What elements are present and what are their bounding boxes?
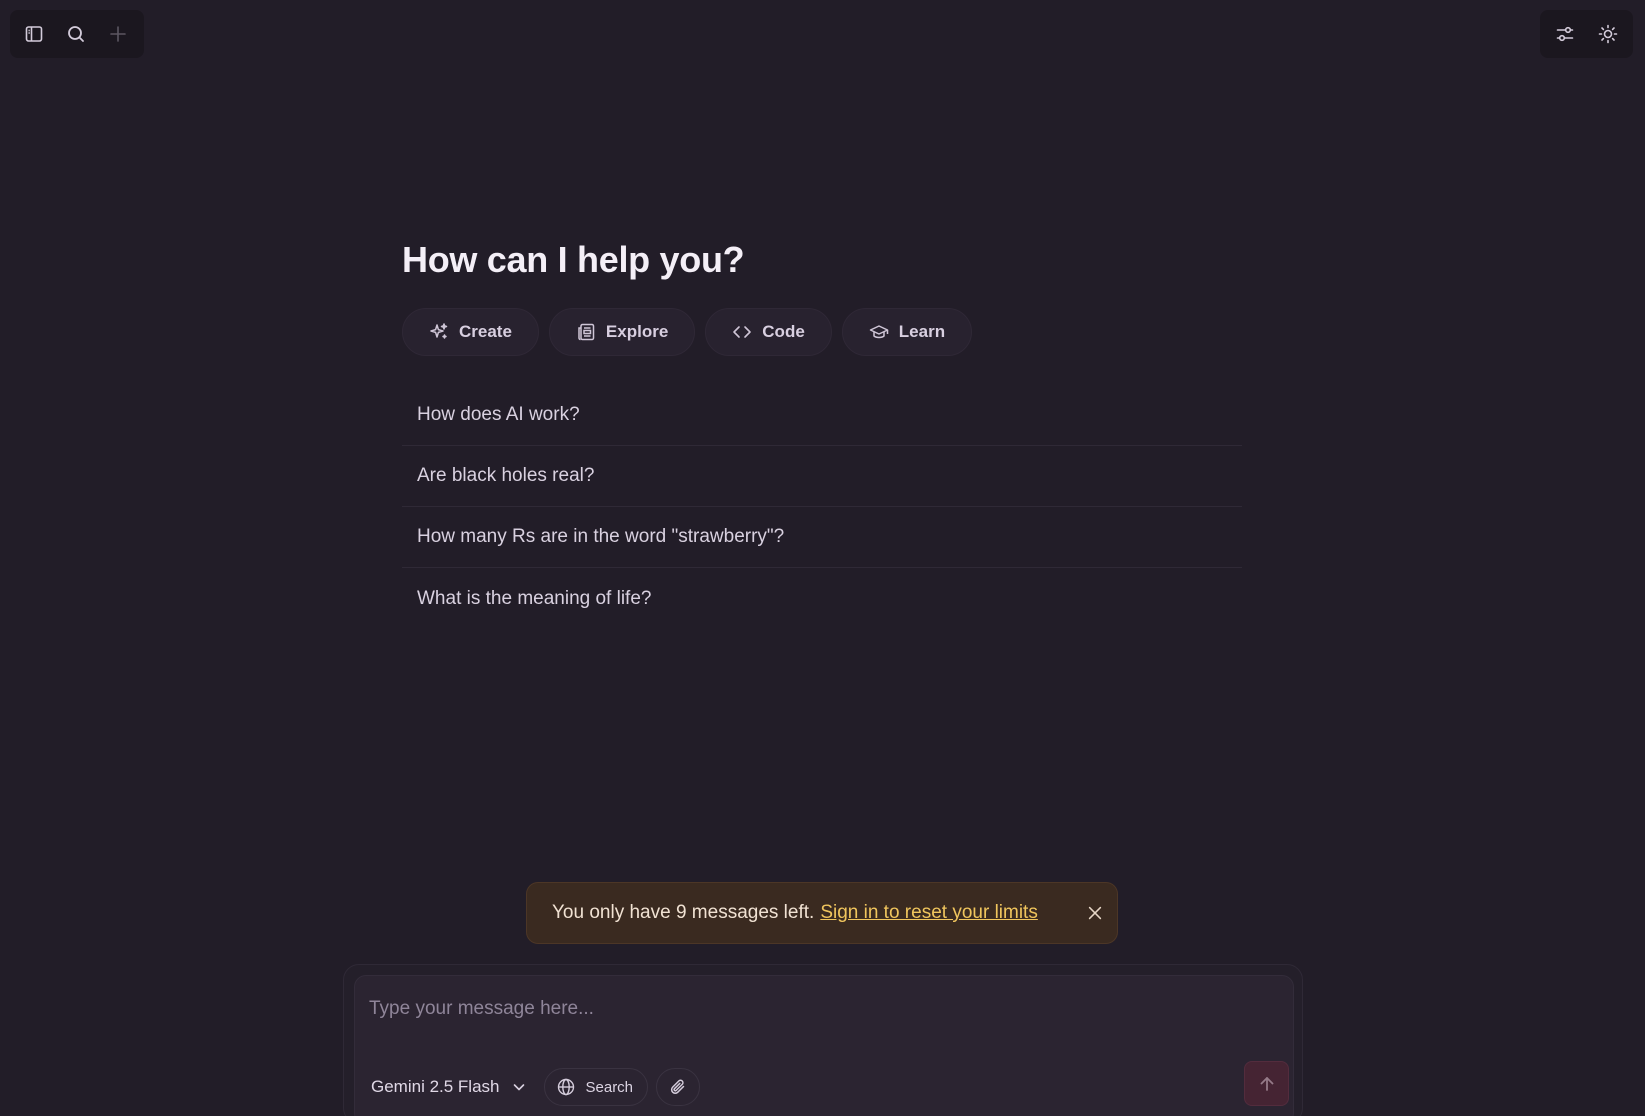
composer-container: Gemini 2.5 Flash Search	[343, 964, 1303, 1116]
create-button-label: Create	[459, 322, 512, 341]
explore-button[interactable]: Explore	[548, 308, 696, 356]
attach-button[interactable]	[656, 1068, 701, 1106]
plus-icon[interactable]	[108, 24, 128, 44]
learn-button[interactable]: Learn	[841, 308, 973, 356]
send-button[interactable]	[1244, 1061, 1289, 1106]
suggestion-list: How does AI work? Are black holes real? …	[402, 385, 1242, 629]
suggestion-item[interactable]: How many Rs are in the word "strawberry"…	[402, 507, 1242, 568]
message-limit-banner: You only have 9 messages left. Sign in t…	[526, 882, 1118, 944]
suggestion-item[interactable]: How does AI work?	[402, 385, 1242, 446]
paperclip-icon	[670, 1079, 685, 1094]
sidebar-toggle-icon[interactable]	[24, 24, 44, 44]
category-buttons: Create Explore Code Learn	[402, 308, 1242, 356]
chevron-down-icon	[513, 1084, 524, 1091]
banner-text: You only have 9 messages left.	[552, 902, 815, 923]
search-toggle-button[interactable]: Search	[543, 1068, 649, 1106]
model-name: Gemini 2.5 Flash	[371, 1077, 500, 1096]
sun-icon[interactable]	[1598, 24, 1618, 44]
composer: Gemini 2.5 Flash Search	[354, 975, 1294, 1116]
arrow-up-icon	[1260, 1076, 1273, 1091]
search-icon[interactable]	[66, 24, 86, 44]
settings-sliders-icon[interactable]	[1555, 24, 1575, 44]
suggestion-item[interactable]: What is the meaning of life?	[402, 568, 1242, 629]
sign-in-link[interactable]: Sign in to reset your limits	[820, 902, 1038, 924]
composer-controls: Gemini 2.5 Flash Search	[371, 1067, 701, 1107]
top-left-toolbar	[10, 10, 144, 58]
learn-button-label: Learn	[898, 322, 946, 341]
suggestion-item[interactable]: Are black holes real?	[402, 446, 1242, 507]
close-icon[interactable]	[1085, 903, 1105, 923]
explore-button-label: Explore	[605, 322, 669, 341]
newspaper-icon	[578, 323, 595, 341]
page-title: How can I help you?	[402, 239, 745, 280]
code-button[interactable]: Code	[705, 308, 832, 356]
graduation-cap-icon	[869, 325, 889, 339]
welcome-section: How can I help you? Create Explore Code …	[402, 232, 1242, 629]
message-input[interactable]	[369, 994, 1169, 1024]
globe-icon	[557, 1078, 574, 1096]
top-right-toolbar	[1540, 10, 1633, 58]
code-button-label: Code	[762, 322, 805, 341]
app-root: How can I help you? Create Explore Code …	[0, 0, 1645, 1116]
search-toggle-label: Search	[585, 1078, 634, 1096]
sparkles-icon	[430, 323, 448, 339]
model-selector[interactable]: Gemini 2.5 Flash	[371, 1067, 536, 1107]
create-button[interactable]: Create	[402, 308, 539, 356]
code-icon	[733, 326, 752, 338]
